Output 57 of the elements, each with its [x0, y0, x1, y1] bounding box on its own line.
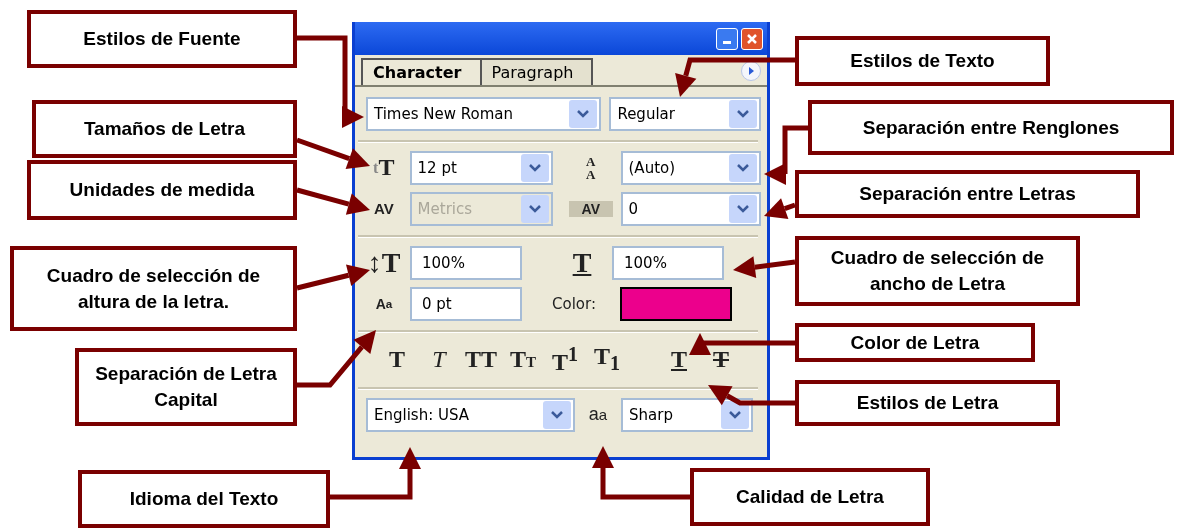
text-style-button[interactable]: T	[418, 345, 460, 373]
text-style-button[interactable]: T	[658, 345, 700, 373]
language-dropdown[interactable]: English: USA	[366, 397, 575, 432]
close-button[interactable]	[741, 27, 763, 50]
callout-label: Idioma del Texto	[78, 470, 330, 528]
panel-tab[interactable]: Character	[361, 58, 482, 85]
close-icon	[746, 32, 758, 45]
panel-tab[interactable]: Paragraph	[479, 58, 594, 85]
leading-icon: A A	[569, 154, 613, 181]
font-family-dropdown[interactable]: Times New Roman	[366, 96, 602, 131]
callout-label: Separación entre Letras	[795, 170, 1140, 218]
baseline-shift-field[interactable]: 0 pt	[410, 286, 522, 321]
horizontal-scale-field[interactable]: 100%	[612, 245, 724, 280]
tracking-icon: AV	[569, 200, 613, 217]
chevron-icon	[543, 400, 571, 429]
chevron-icon	[521, 194, 550, 223]
text-style-button[interactable]: T	[376, 345, 418, 373]
callout-label: Estilos de Texto	[795, 36, 1050, 86]
text-style-button[interactable]: TT	[502, 345, 544, 373]
kerning-icon: AV	[366, 200, 402, 217]
chevron-icon	[729, 194, 757, 223]
font-size-dropdown[interactable]: 12 pt	[409, 150, 554, 185]
callout-label: Cuadro de selección de ancho de Letra	[795, 236, 1080, 306]
callout-label: Tamaños de Letra	[32, 100, 297, 158]
minimize-icon	[723, 41, 731, 44]
chevron-icon	[569, 99, 598, 128]
minimize-button[interactable]	[716, 27, 738, 50]
chevron-icon	[729, 99, 757, 128]
vertical-scale-icon: ↕T	[366, 246, 402, 279]
arrow	[764, 125, 808, 185]
anti-aliasing-dropdown[interactable]: Sharp	[621, 397, 753, 432]
text-style-button[interactable]: T$_{1}$	[586, 343, 628, 375]
callout-label: Estilos de Fuente	[27, 10, 297, 68]
vertical-scale-field[interactable]: 100%	[410, 245, 522, 280]
font-size-icon: tT	[366, 154, 402, 181]
chevron-icon	[729, 153, 757, 182]
font-style-dropdown[interactable]: Regular	[609, 96, 761, 131]
color-swatch[interactable]	[620, 286, 732, 321]
callout-label: Separación entre Renglones	[808, 100, 1174, 155]
callout-label: Color de Letra	[795, 323, 1035, 362]
triangle-icon	[746, 66, 756, 76]
callout-label: Calidad de Letra	[690, 468, 930, 526]
text-style-button[interactable]: T$^{1}$	[544, 342, 586, 376]
panel-menu-button[interactable]	[741, 61, 761, 81]
text-style-button[interactable]: T	[700, 345, 742, 373]
tracking-dropdown[interactable]: 0	[620, 191, 761, 226]
horizontal-scale-icon: T	[560, 246, 604, 279]
leading-dropdown[interactable]: (Auto)	[620, 150, 761, 185]
callout-label: Separación de Letra Capital	[75, 348, 297, 426]
arrow	[733, 256, 796, 279]
color-label: Color:	[552, 294, 597, 313]
chevron-icon	[521, 153, 550, 182]
callout-label: Unidades de medida	[27, 160, 297, 220]
callout-label: Cuadro de selección de altura de la letra.	[10, 246, 297, 331]
callout-label: Estilos de Letra	[795, 380, 1060, 426]
text-style-button[interactable]: TT	[460, 345, 502, 373]
arrow	[764, 198, 796, 219]
